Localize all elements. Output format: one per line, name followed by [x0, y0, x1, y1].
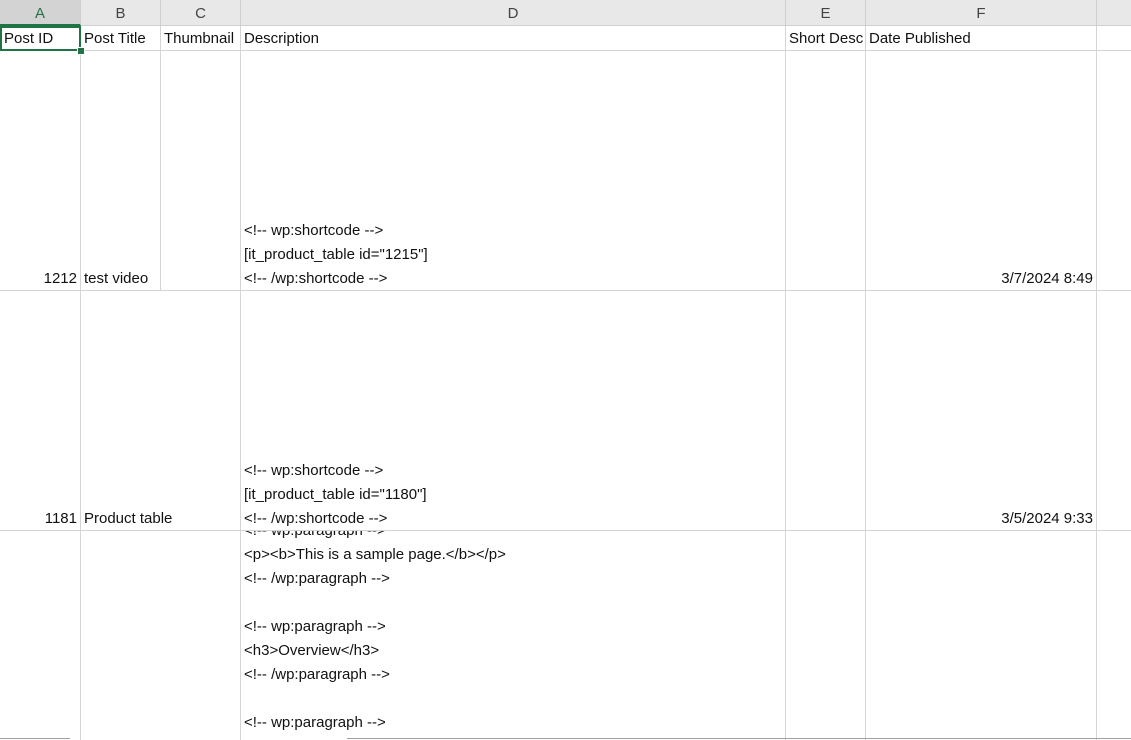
- cell-date-published[interactable]: 3/5/2024 9:33: [867, 507, 1093, 531]
- cell-post-id[interactable]: 1212: [2, 267, 77, 291]
- cell-description[interactable]: <!-- wp:shortcode --> [it_product_table …: [244, 219, 784, 291]
- active-cell-outline: [0, 26, 81, 51]
- scrollbar-edge: [0, 738, 70, 739]
- description-line: <!-- /wp:paragraph -->: [244, 666, 390, 683]
- spreadsheet: A B C D E F Post ID Post Title Thumbnail…: [0, 0, 1131, 740]
- cell-post-title[interactable]: Product table: [84, 507, 194, 531]
- description-line: <!-- wp:paragraph -->: [244, 714, 386, 731]
- grid-line: [1096, 26, 1097, 740]
- column-header-a[interactable]: A: [0, 0, 81, 26]
- cell-description[interactable]: <!-- wp:shortcode --> [it_product_table …: [244, 459, 784, 531]
- cell-thumbnail-header[interactable]: Thumbnail: [164, 27, 240, 51]
- grid-line: [80, 26, 81, 740]
- cell-post-title-header[interactable]: Post Title: [84, 27, 160, 51]
- description-line: <!-- wp:shortcode -->: [244, 462, 384, 479]
- cell-post-title[interactable]: test video: [84, 267, 160, 291]
- description-line: <p><b>This is a sample page.</b></p>: [244, 546, 506, 563]
- description-line: <!-- /wp:paragraph -->: [244, 570, 390, 587]
- grid-line: [160, 26, 161, 290]
- fill-handle[interactable]: [77, 47, 85, 55]
- grid-line: [785, 26, 786, 740]
- description-line: [it_product_table id="1215"]: [244, 246, 428, 263]
- column-header-f[interactable]: F: [866, 0, 1097, 26]
- description-line: <!-- wp:paragraph -->: [244, 531, 784, 543]
- scrollbar-edge: [347, 738, 1131, 739]
- grid-line: [240, 26, 241, 740]
- cell-post-id[interactable]: 1181: [2, 507, 77, 531]
- description-line: <!-- wp:paragraph -->: [244, 618, 386, 635]
- column-header-d[interactable]: D: [241, 0, 786, 26]
- cell-short-desc-header[interactable]: Short Desc: [789, 27, 865, 51]
- description-line: [244, 687, 784, 711]
- column-header-bar: A B C D E F: [0, 0, 1131, 26]
- cell-description[interactable]: <!-- wp:paragraph --> <p><b>This is a sa…: [244, 531, 784, 740]
- cell-date-published[interactable]: 3/7/2024 8:49: [867, 267, 1093, 291]
- column-header-b[interactable]: B: [81, 0, 161, 26]
- description-line: [244, 591, 784, 615]
- column-header-c[interactable]: C: [161, 0, 241, 26]
- cell-date-published-header[interactable]: Date Published: [869, 27, 1095, 51]
- grid-line: [865, 26, 866, 740]
- description-line: <!-- /wp:shortcode -->: [244, 270, 388, 287]
- column-header-e[interactable]: E: [786, 0, 866, 26]
- description-line: <!-- wp:shortcode -->: [244, 222, 384, 239]
- description-line: <!-- /wp:shortcode -->: [244, 510, 388, 527]
- description-line: [it_product_table id="1180"]: [244, 486, 427, 503]
- description-line: <h3>Overview</h3>: [244, 642, 380, 659]
- cell-description-header[interactable]: Description: [244, 27, 784, 51]
